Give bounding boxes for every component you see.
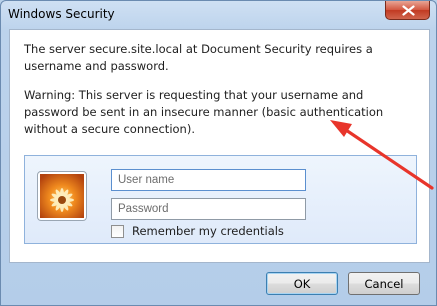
remember-credentials-label[interactable]: Remember my credentials: [132, 224, 284, 238]
windows-security-dialog: Windows Security The server secure.site.…: [0, 0, 437, 306]
dialog-content: The server secure.site.local at Document…: [9, 29, 430, 263]
password-input[interactable]: [111, 198, 306, 220]
close-button[interactable]: [385, 1, 430, 20]
warning-message: Warning: This server is requesting that …: [24, 88, 384, 136]
window-title: Windows Security: [8, 7, 115, 21]
username-input[interactable]: [111, 169, 306, 191]
remember-credentials-checkbox[interactable]: [111, 225, 124, 238]
close-icon: [402, 5, 415, 16]
user-tile-icon: [37, 171, 87, 221]
credential-tile: Remember my credentials: [24, 155, 417, 244]
ok-button[interactable]: OK: [266, 272, 338, 295]
cancel-button[interactable]: Cancel: [348, 272, 420, 295]
server-message: The server secure.site.local at Document…: [24, 42, 373, 73]
